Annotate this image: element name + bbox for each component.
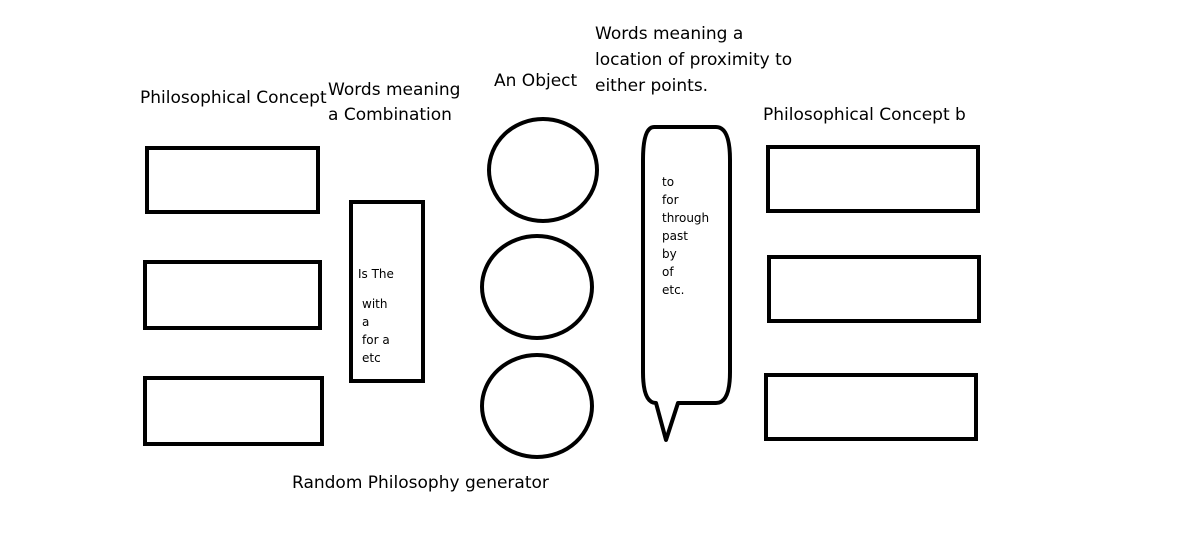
object-slot-3[interactable] [480, 353, 594, 459]
proximity-word: past [662, 229, 688, 243]
shapes-layer [480, 117, 732, 459]
proximity-word: by [662, 247, 677, 261]
concept-b-slot-2[interactable] [767, 255, 981, 323]
object-slot-2[interactable] [480, 234, 594, 340]
proximity-word: for [662, 193, 679, 207]
proximity-word: to [662, 175, 675, 189]
proximity-word: of [662, 265, 674, 279]
proximity-word: through [662, 211, 710, 225]
object-slot-1[interactable] [487, 117, 599, 223]
proximity-word: etc. [662, 283, 685, 297]
concept-b-slot-1[interactable] [766, 145, 980, 213]
proximity-speech-bubble[interactable] [641, 125, 732, 442]
concept-b-slot-3[interactable] [764, 373, 978, 441]
